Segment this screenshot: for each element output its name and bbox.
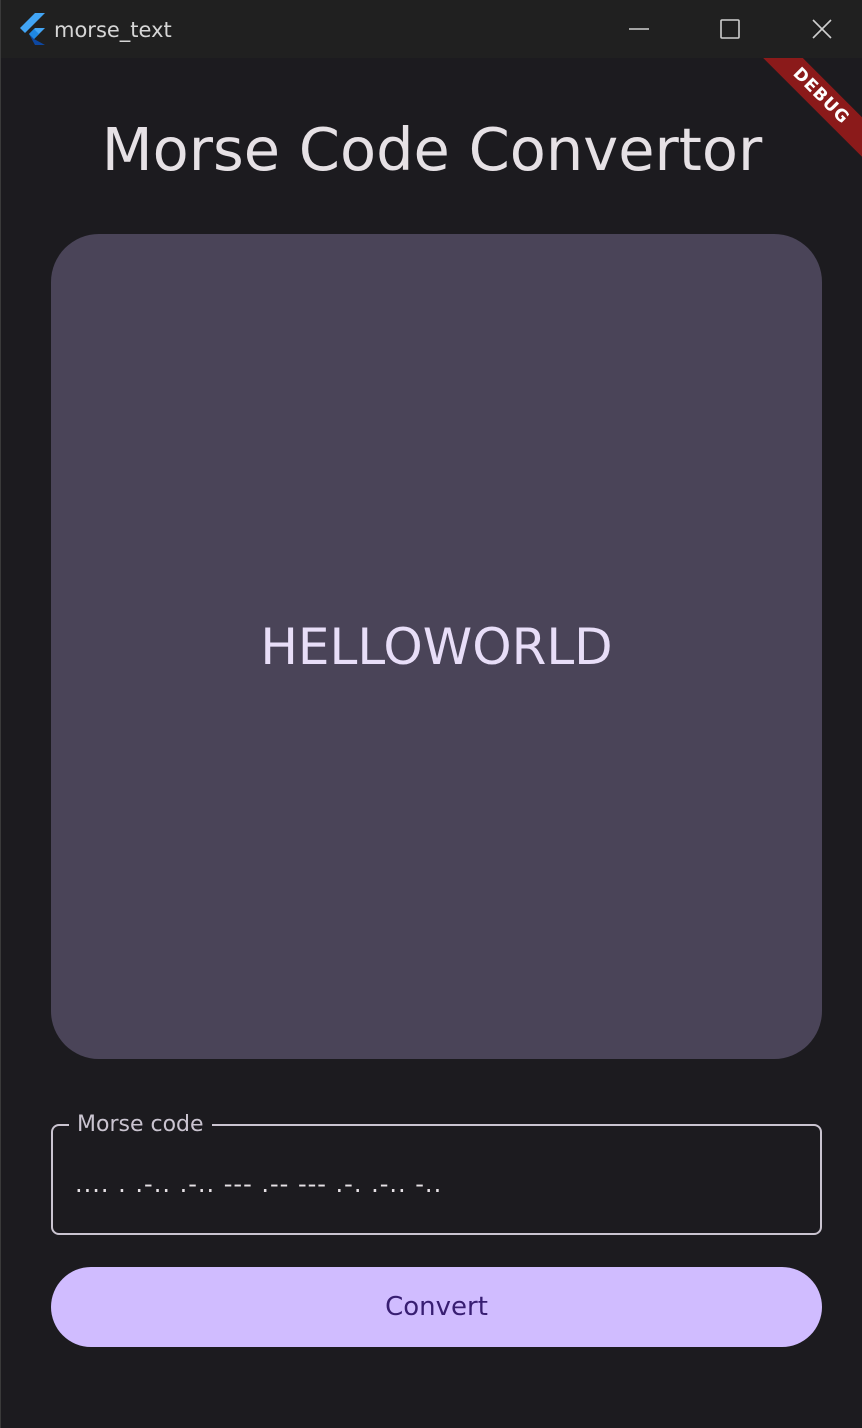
close-icon: [812, 19, 832, 39]
minimize-button[interactable]: [593, 0, 685, 58]
maximize-icon: [720, 19, 740, 39]
morse-code-field[interactable]: Morse code: [51, 1110, 822, 1235]
close-button[interactable]: [776, 0, 862, 58]
flutter-logo-icon: [20, 13, 45, 45]
window-title: morse_text: [54, 18, 172, 42]
output-text: HELLOWORLD: [260, 617, 613, 676]
app-window: morse_text DEBUG Morse Code Convertor HE…: [0, 0, 862, 1428]
maximize-button[interactable]: [684, 0, 776, 58]
morse-code-label: Morse code: [69, 1110, 212, 1140]
minimize-icon: [629, 28, 649, 30]
page-title: Morse Code Convertor: [101, 115, 763, 184]
title-bar[interactable]: morse_text: [1, 0, 862, 58]
convert-button[interactable]: Convert: [51, 1267, 822, 1347]
morse-code-input[interactable]: [75, 1164, 795, 1204]
output-card: HELLOWORLD: [51, 234, 822, 1059]
